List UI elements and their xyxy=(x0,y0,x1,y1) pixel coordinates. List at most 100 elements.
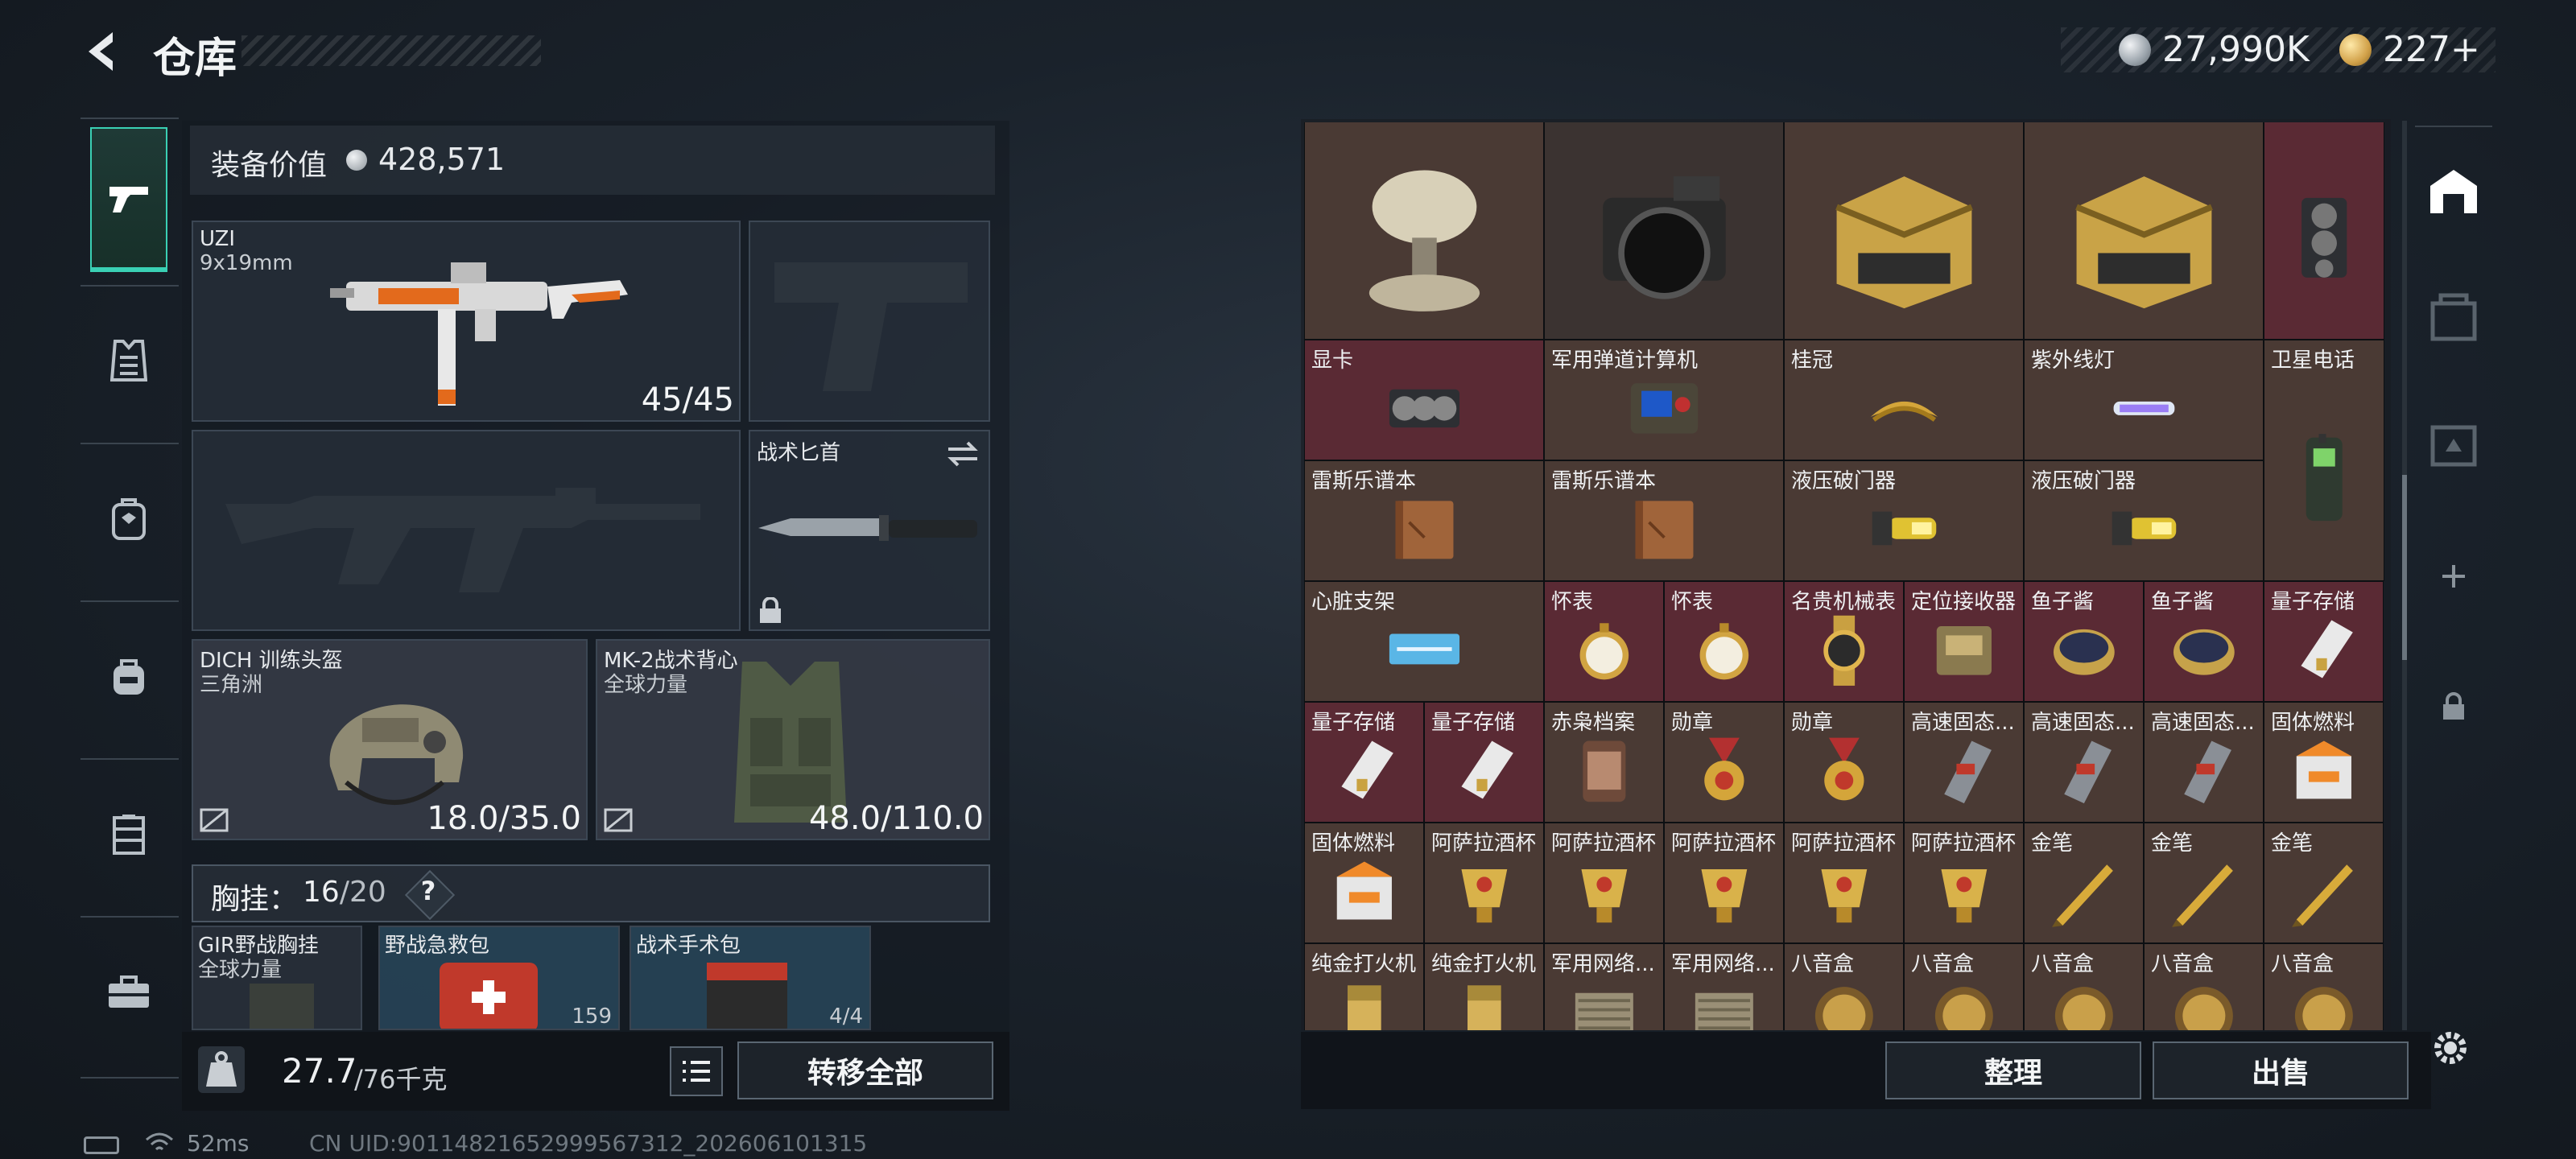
stash-item[interactable]: 鱼子酱 xyxy=(2144,581,2264,702)
stash-item[interactable]: 雷斯乐谱本 xyxy=(1304,460,1544,581)
jar-icon xyxy=(1582,740,1626,802)
nav-stash[interactable] xyxy=(2418,153,2489,230)
nav-rig[interactable] xyxy=(90,761,167,906)
nav-bag[interactable] xyxy=(90,604,167,749)
cup-icon xyxy=(1701,869,1747,923)
wristwatch-icon xyxy=(1823,616,1865,687)
stash-item-label: 八音盒 xyxy=(2031,952,2095,976)
stash-item[interactable]: 纯金打火机 xyxy=(1424,943,1544,1030)
nav-weapons[interactable] xyxy=(90,127,167,272)
stash-item-label: 八音盒 xyxy=(1791,952,1855,976)
stash-item[interactable]: 量子存储 xyxy=(1424,702,1544,823)
stash-item[interactable]: 量子存储 xyxy=(1304,702,1424,823)
stash-item[interactable]: 量子存储 xyxy=(2264,581,2384,702)
stash-item[interactable]: 显卡 xyxy=(1304,340,1544,460)
stash-item[interactable]: 名贵机械表 xyxy=(1784,581,1904,702)
nav-case[interactable] xyxy=(2418,406,2489,483)
stash-item[interactable]: 高速固态... xyxy=(2024,702,2144,823)
rig-item[interactable]: 野战急救包 159 xyxy=(378,926,620,1030)
stash-item[interactable]: 八音盒 xyxy=(1784,943,1904,1030)
stash-item[interactable] xyxy=(1784,122,2024,340)
stash-item[interactable]: 阿萨拉酒杯 xyxy=(1664,823,1784,943)
antenna-icon xyxy=(1368,170,1480,312)
rig-item[interactable]: 战术手术包 4/4 xyxy=(630,926,871,1030)
stash-item[interactable]: 八音盒 xyxy=(2144,943,2264,1030)
stash-item[interactable]: 八音盒 xyxy=(2264,943,2384,1030)
nav-backpack[interactable] xyxy=(90,446,167,591)
knife-slot[interactable]: 战术匕首 xyxy=(749,430,990,631)
gear-icon[interactable] xyxy=(2426,1024,2475,1072)
stash-item[interactable]: 定位接收器 xyxy=(1904,581,2024,702)
stash-item[interactable] xyxy=(1304,122,1544,340)
transfer-all-button[interactable]: 转移全部 xyxy=(737,1041,993,1099)
stash-scrollbar-thumb[interactable] xyxy=(2402,475,2407,660)
stash-item[interactable]: 金笔 xyxy=(2144,823,2264,943)
swap-icon[interactable] xyxy=(945,439,980,468)
nav-container[interactable] xyxy=(2418,278,2489,356)
stash-item[interactable]: 金笔 xyxy=(2264,823,2384,943)
stash-item[interactable]: 固体燃料 xyxy=(1304,823,1424,943)
nav-toolbox[interactable] xyxy=(90,919,167,1064)
nav-divider xyxy=(80,916,179,918)
stash-item[interactable]: 阿萨拉酒杯 xyxy=(1424,823,1544,943)
list-view-button[interactable] xyxy=(670,1046,723,1096)
stash-item[interactable]: 高速固态... xyxy=(2144,702,2264,823)
stash-item[interactable]: 军用弹道计算机 xyxy=(1544,340,1784,460)
nav-armor[interactable] xyxy=(90,288,167,433)
stash-item-label: 八音盒 xyxy=(1911,952,1975,976)
stash-item[interactable]: 纯金打火机 xyxy=(1304,943,1424,1030)
lock-icon xyxy=(2443,692,2464,720)
gold-value[interactable]: 227+ xyxy=(2383,29,2480,70)
stash-item[interactable]: 八音盒 xyxy=(2024,943,2144,1030)
stash-item[interactable]: 阿萨拉酒杯 xyxy=(1544,823,1664,943)
stash-item[interactable]: 高速固态... xyxy=(1904,702,2024,823)
stash-item[interactable] xyxy=(1544,122,1784,340)
organize-button[interactable]: 整理 xyxy=(1885,1041,2141,1099)
sell-button[interactable]: 出售 xyxy=(2153,1041,2409,1099)
stash-item[interactable]: 八音盒 xyxy=(1904,943,2024,1030)
fuel-icon xyxy=(2296,740,2351,799)
list-icon xyxy=(683,1061,710,1082)
rig-item[interactable]: GIR野战胸挂 全球力量 xyxy=(192,926,362,1030)
stash-item[interactable]: 雷斯乐谱本 xyxy=(1544,460,1784,581)
quantum-icon xyxy=(2301,620,2353,678)
stash-item[interactable]: 鱼子酱 xyxy=(2024,581,2144,702)
stash-item[interactable]: 阿萨拉酒杯 xyxy=(1784,823,1904,943)
cup-icon xyxy=(1461,869,1507,923)
pistol-slot[interactable] xyxy=(749,221,990,422)
stash-item-label: 显卡 xyxy=(1311,349,1354,373)
back-icon[interactable] xyxy=(77,26,129,77)
receiver-icon xyxy=(1936,626,1992,676)
primary-weapon-slot[interactable]: UZI 9x19mm 45/45 xyxy=(192,221,741,422)
stash-item[interactable]: 金笔 xyxy=(2024,823,2144,943)
wifi-icon xyxy=(146,1132,173,1151)
stash-item[interactable]: 心脏支架 xyxy=(1304,581,1544,702)
nav-locked[interactable] xyxy=(2418,668,2489,745)
stash-item[interactable]: 固体燃料 xyxy=(2264,702,2384,823)
helmet-slot[interactable]: DICH 训练头盔 三角洲 18.0/35.0 xyxy=(192,639,588,840)
stash-item[interactable]: 紫外线灯 xyxy=(2024,340,2264,460)
stash-item[interactable] xyxy=(2264,122,2384,340)
vest-slot[interactable]: MK-2战术背心 全球力量 48.0/110.0 xyxy=(596,639,990,840)
weapon-name: UZI xyxy=(200,227,236,251)
stash-item[interactable]: 阿萨拉酒杯 xyxy=(1904,823,2024,943)
nav-add[interactable] xyxy=(2418,538,2489,615)
stash-item[interactable] xyxy=(2024,122,2264,340)
stash-item[interactable]: 赤枭档案 xyxy=(1544,702,1664,823)
stash-item-label: 金笔 xyxy=(2271,831,2314,856)
stash-item[interactable]: 卫星电话 xyxy=(2264,340,2384,581)
stash-item-label: 紫外线灯 xyxy=(2031,349,2116,373)
stash-item[interactable]: 军用网络... xyxy=(1664,943,1784,1030)
stash-item[interactable]: 怀表 xyxy=(1544,581,1664,702)
secondary-weapon-slot[interactable] xyxy=(192,430,741,631)
stash-item[interactable]: 液压破门器 xyxy=(1784,460,2024,581)
stash-item-label: 赤枭档案 xyxy=(1551,711,1636,735)
stash-item[interactable]: 桂冠 xyxy=(1784,340,2024,460)
gpu-icon xyxy=(1389,390,1459,428)
caviar-icon xyxy=(2173,629,2235,676)
stash-item[interactable]: 液压破门器 xyxy=(2024,460,2264,581)
stash-item[interactable]: 怀表 xyxy=(1664,581,1784,702)
stash-item[interactable]: 勋章 xyxy=(1784,702,1904,823)
stash-item[interactable]: 勋章 xyxy=(1664,702,1784,823)
stash-item[interactable]: 军用网络... xyxy=(1544,943,1664,1030)
